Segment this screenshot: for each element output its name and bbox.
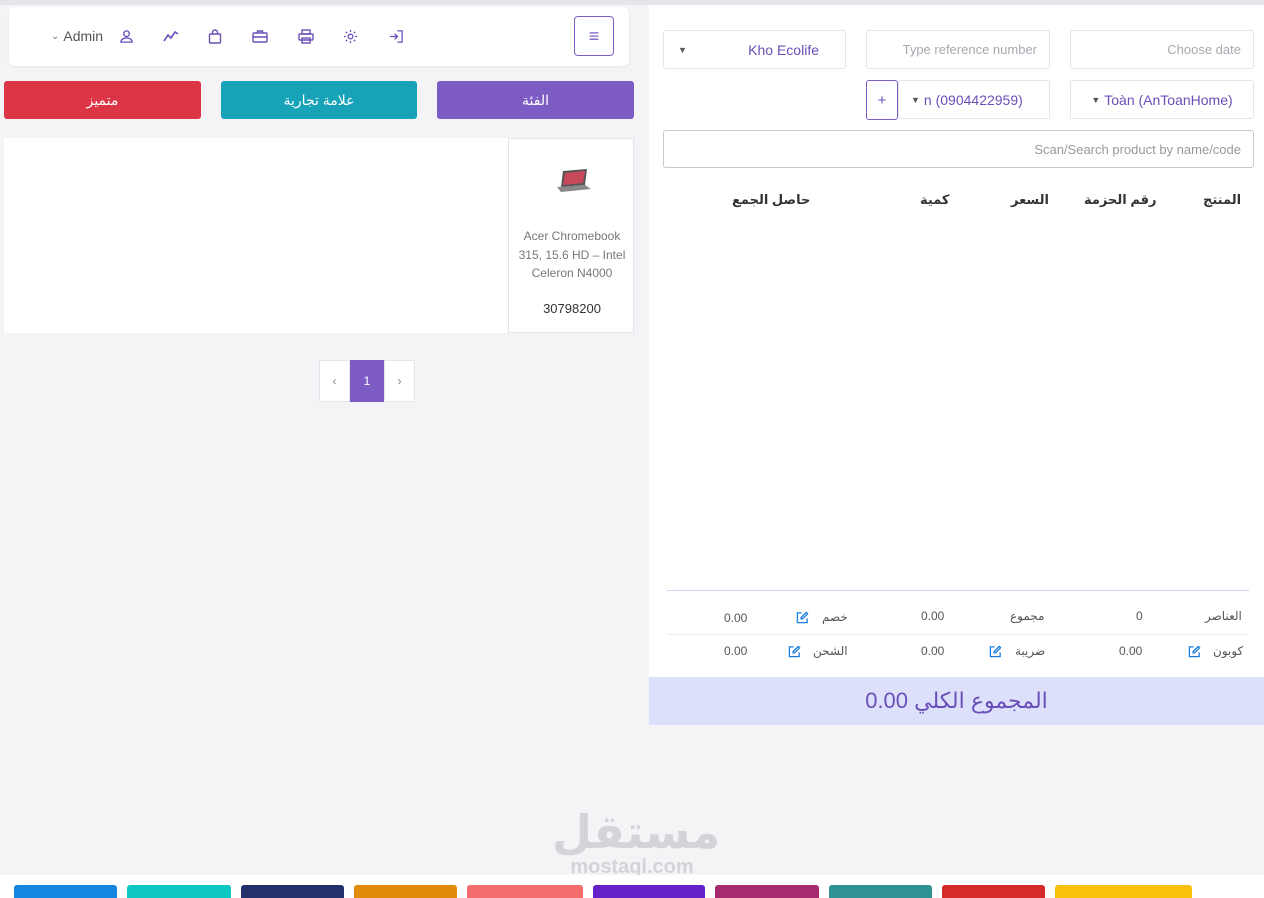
hamburger-icon: ≡ bbox=[588, 25, 600, 46]
product-card[interactable]: Acer Chromebook 315, 15.6 HD – Intel Cel… bbox=[508, 138, 634, 333]
page-1-button[interactable]: 1 bbox=[350, 360, 384, 402]
col-product: المنتج bbox=[1203, 192, 1242, 207]
coupon-label: كوبون bbox=[1213, 644, 1244, 658]
customer-select[interactable]: ▼ n (0904422959) bbox=[898, 80, 1050, 119]
col-subtotal: حاصل الجمع bbox=[732, 192, 811, 207]
subtotal-label: مجموع bbox=[1010, 609, 1045, 623]
search-placeholder: Scan/Search product by name/code bbox=[1034, 141, 1241, 157]
category-button[interactable]: الفئة bbox=[437, 81, 634, 119]
payment-button-8[interactable] bbox=[829, 885, 932, 898]
prev-page-button[interactable]: ‹ bbox=[319, 360, 350, 402]
items-label: العناصر bbox=[1205, 609, 1242, 623]
payment-button-1[interactable] bbox=[14, 885, 117, 898]
featured-button[interactable]: متميز bbox=[4, 81, 201, 119]
add-customer-button[interactable]: + bbox=[866, 80, 898, 120]
caret-down-icon: ▼ bbox=[911, 94, 920, 105]
totals-row-divider bbox=[667, 634, 1249, 635]
product-grid: Acer Chromebook 315, 15.6 HD – Intel Cel… bbox=[4, 138, 634, 333]
gear-icon[interactable] bbox=[341, 27, 359, 45]
brand-button[interactable]: علامة تجارية bbox=[221, 81, 417, 119]
biller-value: Toàn (AnToanHome) bbox=[1104, 91, 1233, 108]
payment-button-5[interactable] bbox=[467, 885, 583, 898]
payment-button-3[interactable] bbox=[241, 885, 344, 898]
payment-button-9[interactable] bbox=[942, 885, 1045, 898]
payment-button-4[interactable] bbox=[354, 885, 457, 898]
reference-input[interactable]: Type reference number bbox=[866, 30, 1050, 69]
product-search-input[interactable]: Scan/Search product by name/code bbox=[663, 130, 1254, 168]
menu-toggle-button[interactable]: ≡ bbox=[574, 16, 614, 56]
col-batch: رقم الحزمة bbox=[1084, 192, 1157, 207]
tax-label: ضريبة bbox=[1015, 644, 1046, 658]
chevron-down-icon: ⌄ bbox=[51, 30, 60, 42]
sale-panel: ▼ Kho Ecolife Type reference number Choo… bbox=[649, 5, 1264, 725]
briefcase-icon[interactable] bbox=[251, 27, 269, 45]
chart-icon[interactable] bbox=[162, 27, 180, 45]
subtotal-value: 0.00 bbox=[921, 609, 945, 623]
col-price: السعر bbox=[1011, 192, 1049, 207]
warehouse-value: Kho Ecolife bbox=[748, 41, 819, 58]
warehouse-select[interactable]: ▼ Kho Ecolife bbox=[663, 30, 846, 69]
customer-value: n (0904422959) bbox=[923, 91, 1023, 108]
printer-icon[interactable] bbox=[297, 27, 315, 45]
date-placeholder: Choose date bbox=[1167, 42, 1241, 57]
coupon-value: 0.00 bbox=[1119, 644, 1143, 658]
login-icon[interactable] bbox=[387, 27, 405, 45]
edit-shipping-icon[interactable] bbox=[788, 645, 801, 658]
payment-button-6[interactable] bbox=[593, 885, 705, 898]
edit-tax-icon[interactable] bbox=[989, 645, 1002, 658]
col-qty: كمية bbox=[920, 192, 950, 207]
product-name: Acer Chromebook 315, 15.6 HD – Intel Cel… bbox=[518, 229, 626, 280]
reference-placeholder: Type reference number bbox=[902, 42, 1037, 57]
bag-icon[interactable] bbox=[206, 27, 224, 45]
user-icon[interactable] bbox=[117, 27, 135, 45]
biller-select[interactable]: ▼ Toàn (AnToanHome) bbox=[1070, 80, 1254, 119]
shipping-label: الشحن bbox=[813, 644, 848, 658]
grand-total: المجموع الكلي 0.00 bbox=[649, 677, 1264, 725]
date-input[interactable]: Choose date bbox=[1070, 30, 1254, 69]
laptop-image bbox=[553, 167, 593, 195]
top-navbar: ⌄ Admin ≡ bbox=[9, 7, 629, 66]
watermark-arabic: مستقل bbox=[552, 806, 721, 858]
next-page-button[interactable]: › bbox=[384, 360, 415, 402]
edit-discount-icon[interactable] bbox=[796, 611, 809, 624]
tax-value: 0.00 bbox=[921, 644, 945, 658]
payment-button-2[interactable] bbox=[127, 885, 231, 898]
items-value: 0 bbox=[1136, 609, 1143, 623]
admin-label: Admin bbox=[63, 28, 104, 44]
caret-down-icon: ▼ bbox=[678, 44, 687, 55]
payment-button-10[interactable] bbox=[1055, 885, 1192, 898]
shipping-value: 0.00 bbox=[724, 644, 748, 658]
pagination: ‹ 1 › bbox=[319, 360, 415, 402]
payment-button-7[interactable] bbox=[715, 885, 819, 898]
discount-value: 0.00 bbox=[724, 611, 748, 625]
watermark: مستقل mostaql.com bbox=[552, 806, 721, 878]
totals-divider bbox=[667, 590, 1249, 591]
admin-dropdown[interactable]: ⌄ Admin bbox=[51, 28, 103, 44]
discount-label: خصم bbox=[822, 610, 848, 624]
edit-coupon-icon[interactable] bbox=[1188, 645, 1201, 658]
caret-down-icon: ▼ bbox=[1091, 94, 1101, 105]
product-price: 30798200 bbox=[543, 301, 601, 316]
